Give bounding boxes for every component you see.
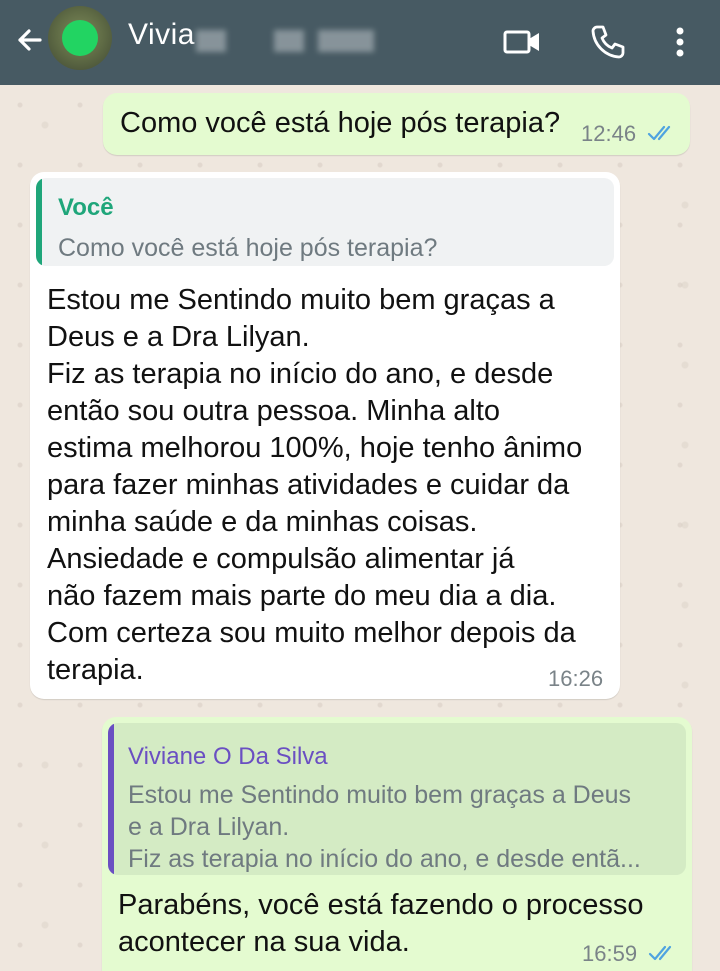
message-bubble-outgoing[interactable]: Como você está hoje pós terapia? 12:46 <box>103 93 690 155</box>
quote-author: Você <box>58 194 114 221</box>
redacted-name-part <box>196 30 226 52</box>
message-line: Estou me Sentindo muito bem graças a <box>47 284 555 316</box>
quoted-message[interactable]: Você Como você está hoje pós terapia? <box>36 178 614 266</box>
message-line: estima melhorou 100%, hoje tenho ânimo <box>47 432 583 464</box>
message-line: terapia. <box>47 654 144 686</box>
message-line: Com certeza sou muito melhor depois da <box>47 617 576 649</box>
arrow-left-icon[interactable] <box>10 20 50 60</box>
avatar-mark <box>62 20 98 56</box>
message-time: 12:46 <box>581 121 637 146</box>
message-bubble-outgoing[interactable]: Viviane O Da Silva Estou me Sentindo mui… <box>102 717 692 971</box>
message-line: Ansiedade e compulsão alimentar já <box>47 543 515 575</box>
message-line: para fazer minhas atividades e cuidar da <box>47 469 570 501</box>
message-time: 16:26 <box>548 666 604 691</box>
double-check-read-icon <box>648 945 672 961</box>
message-line: Deus e a Dra Lilyan. <box>47 321 310 353</box>
message-text: Como você está hoje pós terapia? <box>120 107 561 139</box>
quote-bar <box>108 723 114 875</box>
quote-author: Viviane O Da Silva <box>128 743 328 770</box>
contact-name[interactable]: Vivia <box>128 18 195 52</box>
message-line: Fiz as terapia no início do ano, e desde <box>47 358 554 390</box>
quoted-message[interactable]: Viviane O Da Silva Estou me Sentindo mui… <box>108 723 686 875</box>
message-line: acontecer na sua vida. <box>118 926 410 958</box>
message-line: então sou outra pessoa. Minha alto <box>47 395 501 427</box>
more-vertical-icon[interactable] <box>660 22 700 62</box>
avatar[interactable] <box>48 6 112 70</box>
video-camera-icon[interactable] <box>502 22 542 62</box>
message-body: Estou me Sentindo muito bem graças a Deu… <box>47 282 582 689</box>
double-check-read-icon <box>647 125 671 141</box>
phone-icon[interactable] <box>588 22 628 62</box>
redacted-name-part <box>274 30 304 52</box>
redacted-name-part <box>318 30 374 52</box>
message-line: minha saúde e da minhas coisas. <box>47 506 478 538</box>
quote-bar <box>36 178 42 266</box>
quote-line: Estou me Sentindo muito bem graças a Deu… <box>128 781 632 809</box>
quote-line: e a Dra Lilyan. <box>128 813 290 841</box>
message-body: Parabéns, você está fazendo o processo a… <box>118 887 644 961</box>
quote-text: Como você está hoje pós terapia? <box>58 234 438 262</box>
message-time: 16:59 <box>582 941 638 966</box>
chat-header: Vivia <box>0 0 720 85</box>
quote-line: Fiz as terapia no início do ano, e desde… <box>128 845 641 873</box>
message-bubble-incoming[interactable]: Você Como você está hoje pós terapia? Es… <box>30 172 620 699</box>
message-line: Parabéns, você está fazendo o processo <box>118 889 644 921</box>
message-line: não fazem mais parte do meu dia a dia. <box>47 580 557 612</box>
